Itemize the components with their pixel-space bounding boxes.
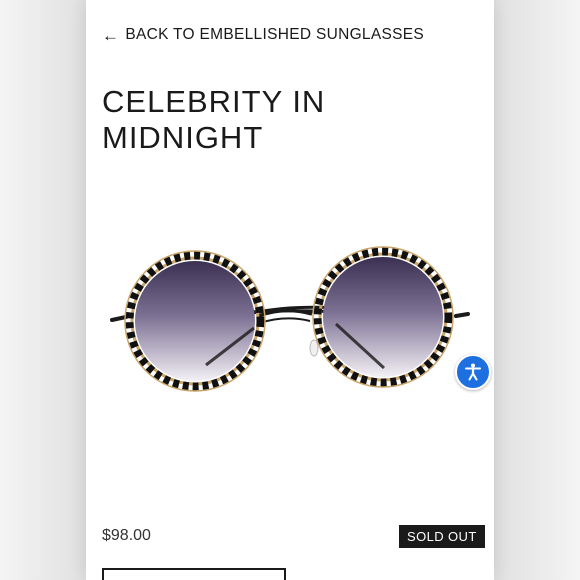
sunglasses-image <box>110 246 470 392</box>
back-arrow-icon: ← <box>102 25 120 45</box>
product-page: ← BACK TO EMBELLISHED SUNGLASSES CELEBRI… <box>86 0 494 580</box>
sold-out-badge: SOLD OUT <box>399 525 485 548</box>
back-link[interactable]: ← BACK TO EMBELLISHED SUNGLASSES <box>102 26 424 44</box>
add-to-cart-button[interactable] <box>102 568 286 580</box>
backdrop-right <box>494 0 580 580</box>
product-title: CELEBRITY IN MIDNIGHT <box>102 84 326 155</box>
accessibility-button[interactable] <box>455 354 491 390</box>
back-link-label: BACK TO EMBELLISHED SUNGLASSES <box>125 26 425 43</box>
backdrop-left <box>0 0 86 580</box>
accessibility-icon <box>465 363 481 381</box>
product-price: $98.00 <box>102 527 151 544</box>
